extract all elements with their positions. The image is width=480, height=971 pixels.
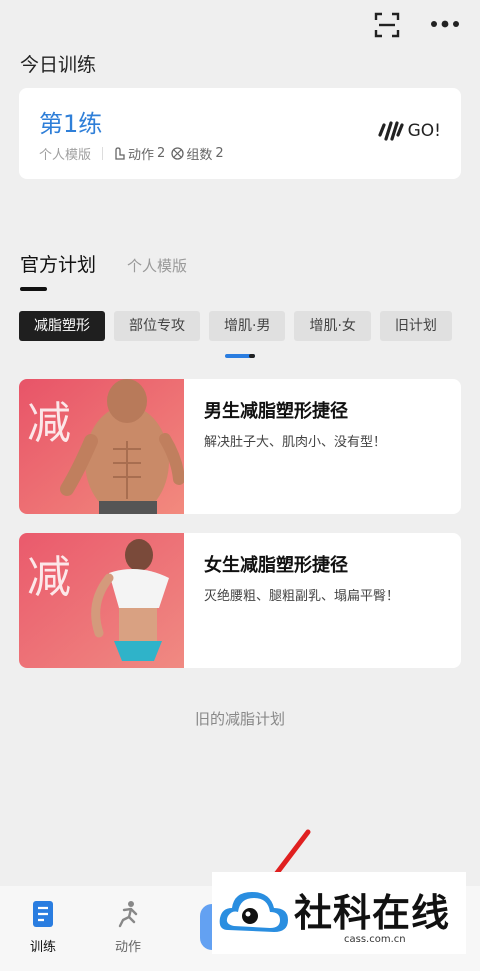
tab-personal-templates[interactable]: 个人模版 [127, 255, 187, 276]
workout-name: 第1练 [39, 110, 103, 138]
running-icon [118, 901, 138, 928]
plan-image-text-male: 减 [27, 398, 71, 449]
plan-image-text-female: 减 [27, 552, 71, 603]
train-icon [33, 901, 53, 927]
plan-description: 灭绝腰粗、腿粗副乳、塌扁平臀！ [204, 589, 400, 604]
plan-title: 女生减脂塑形捷径 [204, 555, 348, 576]
plan-title: 男生减脂塑形捷径 [204, 401, 348, 422]
dumbbell-icon [378, 121, 404, 141]
chip-old-plans[interactable]: 旧计划 [379, 311, 452, 341]
more-icon[interactable] [430, 14, 460, 34]
actions-value: 2 [157, 146, 166, 161]
watermark: 社科在线 cass.com.cn [212, 872, 466, 954]
sets-icon [171, 147, 184, 160]
sets-label: 组数 [186, 148, 213, 163]
watermark-subtext: cass.com.cn [344, 934, 406, 945]
workout-source: 个人模版 [39, 148, 92, 163]
plan-description: 解决肚子大、肌肉小、没有型！ [204, 435, 387, 450]
plan-card-female[interactable]: 减 女生减脂塑形捷径 灭绝腰粗、腿粗副乳、塌扁平臀！ [19, 533, 461, 668]
action-icon [115, 147, 125, 160]
nav-action-label: 动作 [114, 940, 141, 955]
cloud-logo-icon [219, 892, 288, 932]
category-chips: 减脂塑形 部位专攻 增肌·男 增肌·女 旧计划 [19, 311, 461, 341]
meta-divider [102, 147, 104, 160]
go-label: GO! [407, 121, 441, 141]
actions-count: 动作 2 [114, 144, 165, 163]
today-workout-card[interactable]: 第1练 个人模版 动作 2 组数 2 GO! [19, 88, 461, 179]
scan-icon[interactable] [374, 12, 400, 38]
plan-card-male[interactable]: 减 男生减脂塑形捷径 解决肚子大、肌肉小、没有型！ [19, 379, 461, 514]
watermark-text: 社科在线 [294, 891, 451, 935]
chip-body-part[interactable]: 部位专攻 [114, 311, 200, 341]
chip-scroll-indicator [225, 354, 255, 358]
sets-count: 组数 2 [171, 144, 224, 163]
tab-underline [20, 287, 47, 291]
actions-label: 动作 [128, 148, 155, 163]
chip-muscle-male[interactable]: 增肌·男 [209, 311, 286, 341]
nav-train[interactable]: 训练 [13, 900, 73, 955]
chip-muscle-female[interactable]: 增肌·女 [294, 311, 371, 341]
chip-fat-loss[interactable]: 减脂塑形 [19, 311, 105, 341]
old-plans-link[interactable]: 旧的减脂计划 [0, 708, 480, 729]
go-button[interactable]: GO! [378, 121, 441, 141]
plan-tabs: 官方计划 个人模版 [20, 250, 187, 277]
tab-official-plans[interactable]: 官方计划 [20, 250, 96, 277]
sets-value: 2 [215, 146, 224, 161]
workout-meta: 个人模版 动作 2 组数 2 [39, 144, 230, 163]
nav-train-label: 训练 [29, 940, 56, 955]
top-bar [0, 0, 480, 50]
section-title-today: 今日训练 [20, 54, 97, 76]
nav-action[interactable]: 动作 [98, 900, 158, 955]
